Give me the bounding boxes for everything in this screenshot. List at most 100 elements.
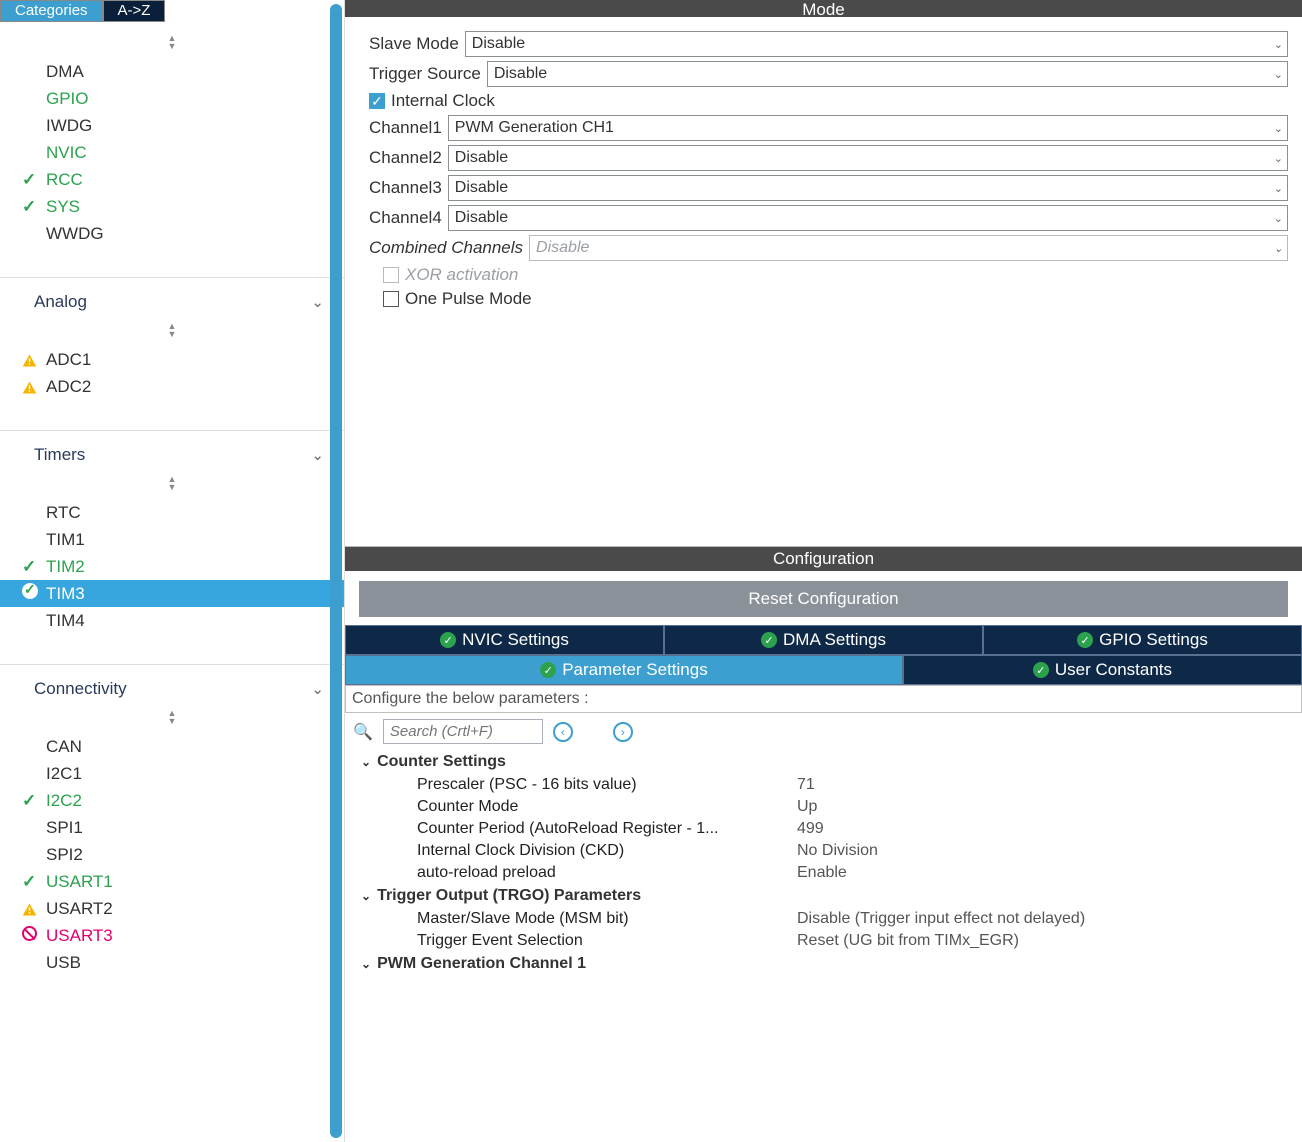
param-value: Reset (UG bit from TIMx_EGR) <box>797 932 1294 950</box>
param-group-header[interactable]: ⌄ Counter Settings <box>353 750 1294 774</box>
configure-hint: Configure the below parameters : <box>345 685 1302 713</box>
check-icon: ✓ <box>22 872 36 891</box>
channel3-label: Channel3 <box>369 178 442 198</box>
param-row[interactable]: auto-reload preloadEnable <box>353 862 1294 884</box>
sidebar-item-label: RTC <box>46 503 81 523</box>
trigger-source-label: Trigger Source <box>369 64 481 84</box>
sidebar-item-spi2[interactable]: SPI2 <box>0 841 344 868</box>
param-value: 499 <box>797 820 1294 838</box>
check-circle-icon: ✓ <box>761 632 777 648</box>
sidebar-item-rcc[interactable]: ✓RCC <box>0 166 344 193</box>
sort-handle-icon[interactable] <box>0 30 344 52</box>
sidebar-item-nvic[interactable]: NVIC <box>0 139 344 166</box>
channel1-select[interactable]: PWM Generation CH1⌄ <box>448 115 1288 141</box>
scrollbar[interactable] <box>330 4 342 1138</box>
search-icon: 🔍 <box>353 722 373 742</box>
warning-icon <box>22 377 37 396</box>
sidebar-item-spi1[interactable]: SPI1 <box>0 814 344 841</box>
internal-clock-checkbox[interactable]: ✓ <box>369 93 385 109</box>
param-row[interactable]: Trigger Event SelectionReset (UG bit fro… <box>353 930 1294 952</box>
param-value: Disable (Trigger input effect not delaye… <box>797 910 1294 928</box>
check-circle-icon <box>22 583 38 599</box>
main-panel: Mode Slave Mode Disable⌄ Trigger Source … <box>345 0 1302 1142</box>
param-row[interactable]: Prescaler (PSC - 16 bits value)71 <box>353 774 1294 796</box>
sidebar-item-tim4[interactable]: TIM4 <box>0 607 344 634</box>
sidebar-item-label: WWDG <box>46 224 104 244</box>
sidebar-item-usart3[interactable]: USART3 <box>0 922 344 949</box>
warning-icon <box>22 899 37 918</box>
sidebar-item-sys[interactable]: ✓ SYS <box>0 193 344 220</box>
sidebar-item-tim2[interactable]: ✓TIM2 <box>0 553 344 580</box>
sidebar-item-i2c1[interactable]: I2C1 <box>0 760 344 787</box>
xor-label: XOR activation <box>405 265 518 285</box>
tab-nvic-settings[interactable]: ✓NVIC Settings <box>345 625 664 655</box>
sidebar-item-label: GPIO <box>46 89 89 109</box>
sidebar-item-gpio[interactable]: GPIO <box>0 85 344 112</box>
ban-icon <box>22 926 37 941</box>
tab-categories[interactable]: Categories <box>0 0 103 22</box>
sidebar-item-iwdg[interactable]: IWDG <box>0 112 344 139</box>
sidebar-item-label: SYS <box>46 197 80 217</box>
sidebar-item-label: TIM1 <box>46 530 85 550</box>
sidebar-item-usart1[interactable]: ✓USART1 <box>0 868 344 895</box>
prev-result-button[interactable]: ‹ <box>553 722 573 742</box>
sidebar-item-can[interactable]: CAN <box>0 733 344 760</box>
param-value: No Division <box>797 842 1294 860</box>
param-group-header[interactable]: ⌄ Trigger Output (TRGO) Parameters <box>353 884 1294 908</box>
sidebar-item-label: TIM3 <box>46 584 85 604</box>
sort-handle-icon[interactable] <box>0 705 344 727</box>
check-circle-icon: ✓ <box>1077 632 1093 648</box>
channel2-select[interactable]: Disable⌄ <box>448 145 1288 171</box>
channel2-label: Channel2 <box>369 148 442 168</box>
sort-handle-icon[interactable] <box>0 318 344 340</box>
sidebar-item-usart2[interactable]: USART2 <box>0 895 344 922</box>
sidebar-item-dma[interactable]: DMA <box>0 58 344 85</box>
configuration-title: Configuration <box>345 547 1302 571</box>
sidebar-item-label: CAN <box>46 737 82 757</box>
sidebar-item-rtc[interactable]: RTC <box>0 499 344 526</box>
slave-mode-select[interactable]: Disable⌄ <box>465 31 1288 57</box>
sidebar-item-label: USB <box>46 953 81 973</box>
param-value: 71 <box>797 776 1294 794</box>
channel4-select[interactable]: Disable⌄ <box>448 205 1288 231</box>
sidebar-item-adc1[interactable]: ADC1 <box>0 346 344 373</box>
chevron-down-icon: ⌄ <box>361 755 371 769</box>
sidebar-item-wwdg[interactable]: WWDG <box>0 220 344 247</box>
tab-parameter-settings[interactable]: ✓Parameter Settings <box>345 655 903 685</box>
one-pulse-checkbox[interactable] <box>383 291 399 307</box>
param-row[interactable]: Master/Slave Mode (MSM bit)Disable (Trig… <box>353 908 1294 930</box>
check-icon: ✓ <box>22 197 36 216</box>
category-connectivity[interactable]: Connectivity⌄ <box>0 673 344 705</box>
param-row[interactable]: Internal Clock Division (CKD)No Division <box>353 840 1294 862</box>
search-input[interactable] <box>383 719 543 744</box>
param-row[interactable]: Counter Period (AutoReload Register - 1.… <box>353 818 1294 840</box>
sidebar-item-tim3[interactable]: TIM3 <box>0 580 344 607</box>
sort-handle-icon[interactable] <box>0 471 344 493</box>
check-circle-icon: ✓ <box>1033 662 1049 678</box>
sidebar-item-usb[interactable]: USB <box>0 949 344 976</box>
param-key: auto-reload preload <box>417 864 797 882</box>
tab-dma-settings[interactable]: ✓DMA Settings <box>664 625 983 655</box>
reset-configuration-button[interactable]: Reset Configuration <box>359 581 1288 617</box>
category-analog[interactable]: Analog⌄ <box>0 286 344 318</box>
sidebar-item-label: NVIC <box>46 143 87 163</box>
sidebar-item-adc2[interactable]: ADC2 <box>0 373 344 400</box>
tab-gpio-settings[interactable]: ✓GPIO Settings <box>983 625 1302 655</box>
param-row[interactable]: Counter ModeUp <box>353 796 1294 818</box>
tab-user-constants[interactable]: ✓User Constants <box>903 655 1302 685</box>
one-pulse-label: One Pulse Mode <box>405 289 532 309</box>
sidebar-item-tim1[interactable]: TIM1 <box>0 526 344 553</box>
sidebar-item-label: I2C2 <box>46 791 82 811</box>
param-group-header[interactable]: ⌄ PWM Generation Channel 1 <box>353 952 1294 976</box>
chevron-down-icon: ⌄ <box>311 293 324 311</box>
combined-channels-select: Disable⌄ <box>529 235 1288 261</box>
channel3-select[interactable]: Disable⌄ <box>448 175 1288 201</box>
trigger-source-select[interactable]: Disable⌄ <box>487 61 1288 87</box>
tab-az[interactable]: A->Z <box>103 0 166 22</box>
channel1-label: Channel1 <box>369 118 442 138</box>
category-timers[interactable]: Timers⌄ <box>0 439 344 471</box>
chevron-down-icon: ⌄ <box>1274 242 1283 255</box>
next-result-button[interactable]: › <box>613 722 633 742</box>
sidebar-item-label: I2C1 <box>46 764 82 784</box>
sidebar-item-i2c2[interactable]: ✓I2C2 <box>0 787 344 814</box>
